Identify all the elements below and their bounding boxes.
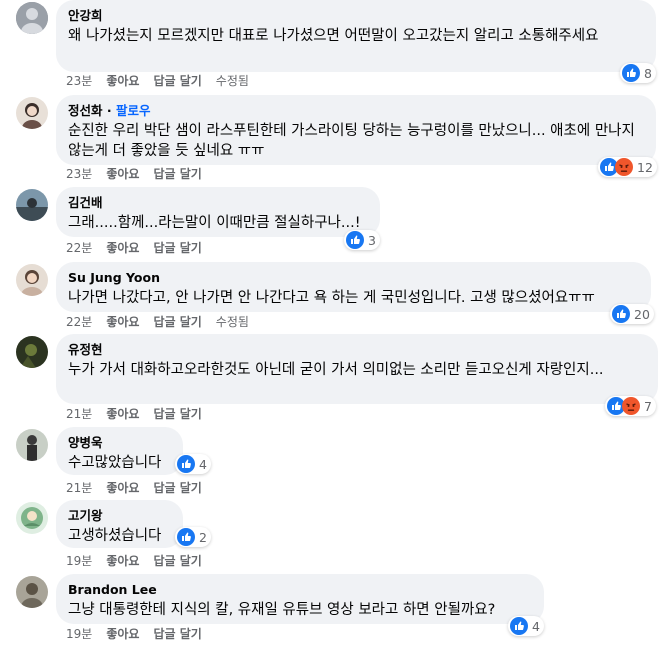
- author-name[interactable]: 정선화: [68, 103, 103, 118]
- reply-button[interactable]: 답글 달기: [153, 167, 201, 181]
- comment-text: 그래.....함께...라는말이 이때만큼 절실하구나...!: [68, 215, 361, 231]
- avatar[interactable]: [16, 576, 48, 608]
- reply-button[interactable]: 답글 달기: [153, 241, 201, 255]
- reaction-summary[interactable]: 12: [598, 157, 657, 177]
- reply-button[interactable]: 답글 달기: [153, 554, 201, 568]
- comment-time[interactable]: 23분: [66, 167, 92, 181]
- reaction-summary[interactable]: 20: [610, 304, 654, 324]
- comment-text: 순진한 우리 박단 샘이 라스푸틴한테 가스라이팅 당하는 능구렁이를 만났으니…: [68, 123, 635, 159]
- reaction-count: 8: [644, 65, 652, 81]
- edited-label[interactable]: 수정됨: [216, 315, 249, 329]
- comment-author[interactable]: 양병욱: [68, 435, 171, 451]
- comment-time[interactable]: 19분: [66, 627, 92, 641]
- like-reaction-icon: [346, 231, 364, 249]
- reply-button[interactable]: 답글 달기: [153, 315, 201, 329]
- reaction-summary[interactable]: 8: [620, 63, 656, 83]
- avatar[interactable]: [16, 336, 48, 368]
- comment-bubble: 안강희 왜 나가셨는지 모르겠지만 대표로 나가셨으면 어떤말이 오고갔는지 알…: [56, 0, 656, 72]
- reaction-count: 4: [532, 618, 540, 634]
- reaction-count: 4: [199, 456, 207, 472]
- follow-button[interactable]: 팔로우: [116, 103, 151, 118]
- comment-text: 고생하셨습니다: [68, 528, 162, 544]
- comment-time[interactable]: 21분: [66, 407, 92, 421]
- comment-bubble: 유정현 누가 가서 대화하고오라한것도 아닌데 굳이 가서 의미없는 소리만 듣…: [56, 334, 658, 404]
- comment-bubble: Brandon Lee 그냥 대통령한테 지식의 칼, 유재일 유튜브 영상 보…: [56, 574, 544, 624]
- comment-actions: 23분 좋아요 답글 달기: [66, 166, 216, 182]
- comment-bubble: 김건배 그래.....함께...라는말이 이때만큼 절실하구나...!: [56, 187, 380, 237]
- like-button[interactable]: 좋아요: [106, 315, 139, 329]
- avatar[interactable]: [16, 97, 48, 129]
- like-button[interactable]: 좋아요: [106, 167, 139, 181]
- like-button[interactable]: 좋아요: [106, 481, 139, 495]
- avatar[interactable]: [16, 264, 48, 296]
- comment-bubble: 정선화 · 팔로우 순진한 우리 박단 샘이 라스푸틴한테 가스라이팅 당하는 …: [56, 95, 656, 165]
- like-button[interactable]: 좋아요: [106, 554, 139, 568]
- reaction-count: 2: [199, 529, 207, 545]
- reaction-count: 3: [368, 232, 376, 248]
- reaction-summary[interactable]: 4: [508, 616, 544, 636]
- like-button[interactable]: 좋아요: [106, 627, 139, 641]
- comment-actions: 21분 좋아요 답글 달기: [66, 406, 216, 422]
- comment-actions: 19분 좋아요 답글 달기: [66, 553, 216, 569]
- reaction-count: 12: [637, 159, 653, 175]
- reaction-summary[interactable]: 3: [344, 230, 380, 250]
- comment-time[interactable]: 21분: [66, 481, 92, 495]
- like-reaction-icon: [177, 528, 195, 546]
- comment-actions: 21분 좋아요 답글 달기: [66, 480, 216, 496]
- comment-text: 수고많았습니다: [68, 455, 162, 471]
- like-reaction-icon: [177, 455, 195, 473]
- comment-author[interactable]: 유정현: [68, 342, 646, 358]
- reaction-count: 20: [634, 306, 650, 322]
- comment-text: 나가면 나갔다고, 안 나가면 안 나간다고 욕 하는 게 국민성입니다. 고생…: [68, 290, 595, 306]
- reaction-count: 7: [644, 398, 652, 414]
- edited-label[interactable]: 수정됨: [216, 74, 249, 88]
- reply-button[interactable]: 답글 달기: [153, 407, 201, 421]
- comment-text: 누가 가서 대화하고오라한것도 아닌데 굳이 가서 의미없는 소리만 듣고오신게…: [68, 362, 604, 378]
- avatar[interactable]: [16, 189, 48, 221]
- comment-actions: 19분 좋아요 답글 달기: [66, 626, 216, 642]
- comment-time[interactable]: 19분: [66, 554, 92, 568]
- avatar[interactable]: [16, 502, 48, 534]
- comment-author[interactable]: 고기왕: [68, 508, 171, 524]
- comment-bubble: Su Jung Yoon 나가면 나갔다고, 안 나가면 안 나간다고 욕 하는…: [56, 262, 651, 312]
- comment-actions: 22분 좋아요 답글 달기 수정됨: [66, 314, 263, 330]
- comment-bubble: 양병욱 수고많았습니다: [56, 427, 183, 475]
- comment-actions: 22분 좋아요 답글 달기: [66, 240, 216, 256]
- like-button[interactable]: 좋아요: [106, 407, 139, 421]
- comment-time[interactable]: 22분: [66, 241, 92, 255]
- like-button[interactable]: 좋아요: [106, 74, 139, 88]
- comment-author[interactable]: 김건배: [68, 195, 368, 211]
- comment-text: 왜 나가셨는지 모르겠지만 대표로 나가셨으면 어떤말이 오고갔는지 알리고 소…: [68, 28, 599, 44]
- comment-author[interactable]: 안강희: [68, 8, 644, 24]
- reaction-summary[interactable]: 7: [605, 396, 656, 416]
- like-button[interactable]: 좋아요: [106, 241, 139, 255]
- comment-text: 그냥 대통령한테 지식의 칼, 유재일 유튜브 영상 보라고 하면 안될까요?: [68, 602, 496, 618]
- reaction-summary[interactable]: 2: [175, 527, 211, 547]
- comment-time[interactable]: 23분: [66, 74, 92, 88]
- reply-button[interactable]: 답글 달기: [153, 627, 201, 641]
- comment-author[interactable]: Su Jung Yoon: [68, 270, 639, 286]
- like-reaction-icon: [622, 64, 640, 82]
- avatar[interactable]: [16, 2, 48, 34]
- comment-time[interactable]: 22분: [66, 315, 92, 329]
- comment-author: 정선화 · 팔로우: [68, 103, 151, 118]
- reply-button[interactable]: 답글 달기: [153, 74, 201, 88]
- avatar[interactable]: [16, 429, 48, 461]
- comment-bubble: 고기왕 고생하셨습니다: [56, 500, 183, 548]
- reply-button[interactable]: 답글 달기: [153, 481, 201, 495]
- reaction-summary[interactable]: 4: [175, 454, 211, 474]
- like-reaction-icon: [612, 305, 630, 323]
- angry-reaction-icon: [615, 158, 633, 176]
- angry-reaction-icon: [622, 397, 640, 415]
- comment-author[interactable]: Brandon Lee: [68, 582, 532, 598]
- comment-actions: 23분 좋아요 답글 달기 수정됨: [66, 73, 263, 89]
- like-reaction-icon: [510, 617, 528, 635]
